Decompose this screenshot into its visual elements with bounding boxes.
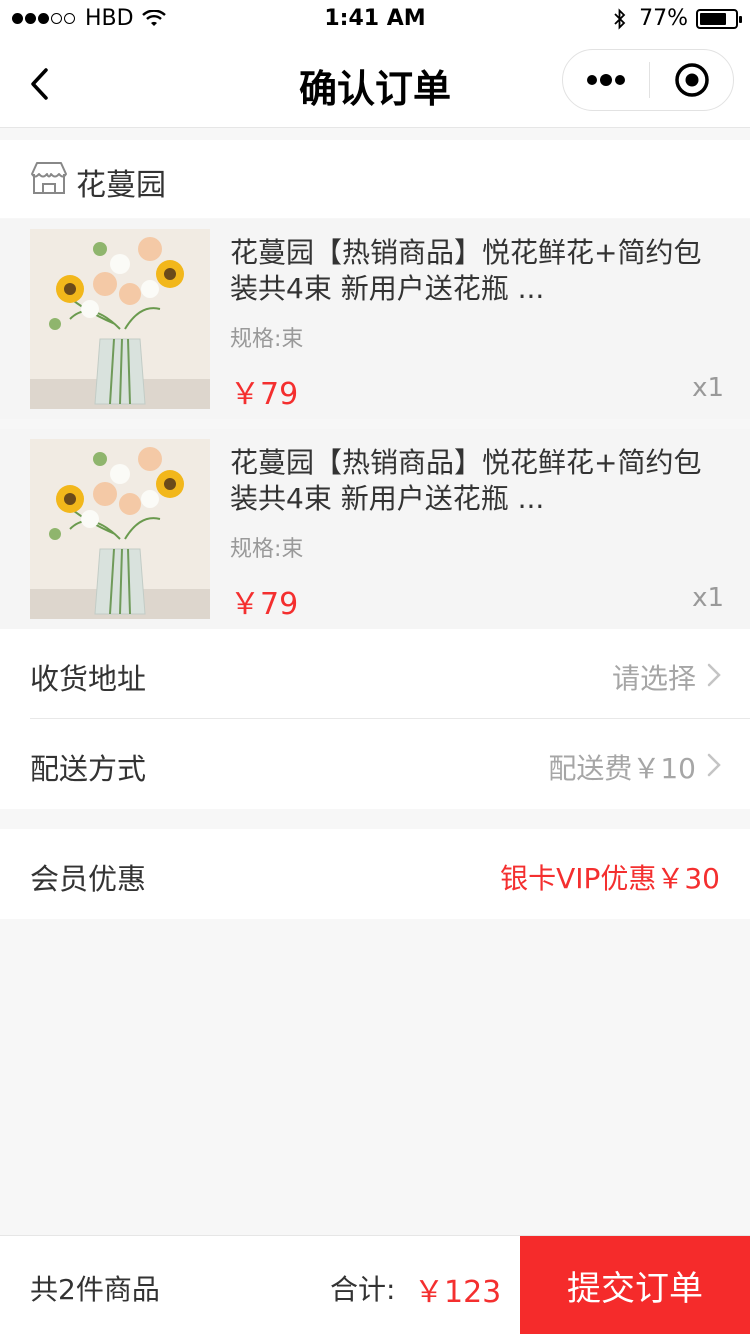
product-quantity: x1 — [692, 373, 724, 403]
mini-program-capsule — [562, 49, 734, 111]
battery-percent: 77% — [639, 6, 688, 31]
shop-header: 花蔓园 — [0, 140, 750, 218]
product-spec: 规格:束 — [230, 537, 304, 562]
member-row[interactable]: 会员优惠 银卡VIP优惠￥30 — [0, 829, 750, 919]
nav-bar: 确认订单 — [0, 40, 750, 128]
item-count: 共2件商品 — [30, 1273, 160, 1306]
product-quantity: x1 — [692, 583, 724, 613]
product-price: ￥79 — [230, 587, 299, 622]
member-discount-block: 会员优惠 银卡VIP优惠￥30 — [0, 829, 750, 919]
product-title: 花蔓园【热销商品】悦花鲜花+简约包装共4束 新用户送花瓶 ... — [230, 236, 702, 305]
close-button[interactable] — [650, 50, 733, 110]
product-spec: 规格:束 — [230, 327, 304, 352]
shop-name: 花蔓园 — [76, 168, 166, 203]
product-item[interactable]: 花蔓园【热销商品】悦花鲜花+简约包装共4束 新用户送花瓶 ... 规格:束 ￥7… — [0, 429, 750, 629]
order-options: 收货地址 请选择 配送方式 配送费￥10 — [0, 629, 750, 809]
target-icon — [674, 63, 709, 97]
delivery-value: 配送费￥10 — [548, 752, 696, 785]
product-image — [30, 229, 210, 409]
delivery-row[interactable]: 配送方式 配送费￥10 — [0, 719, 750, 809]
checkout-bar: 共2件商品 合计: ￥123 提交订单 — [0, 1235, 750, 1334]
more-button[interactable] — [563, 50, 649, 110]
product-item[interactable]: 花蔓园【热销商品】悦花鲜花+简约包装共4束 新用户送花瓶 ... 规格:束 ￥7… — [0, 219, 750, 419]
address-row[interactable]: 收货地址 请选择 — [0, 629, 750, 719]
total-label: 合计: — [330, 1273, 396, 1306]
battery-icon — [696, 8, 742, 29]
address-label: 收货地址 — [30, 662, 147, 696]
more-dots-icon — [587, 74, 625, 86]
status-right: 77% — [613, 6, 742, 31]
product-image — [30, 439, 210, 619]
bluetooth-icon — [614, 7, 626, 30]
member-value: 银卡VIP优惠￥30 — [500, 862, 720, 895]
chevron-right-icon — [707, 753, 721, 777]
member-label: 会员优惠 — [30, 862, 147, 896]
status-bar: HBD 1:41 AM 77% — [0, 0, 750, 40]
product-title: 花蔓园【热销商品】悦花鲜花+简约包装共4束 新用户送花瓶 ... — [230, 446, 702, 515]
address-value: 请选择 — [611, 662, 696, 695]
delivery-label: 配送方式 — [30, 752, 147, 786]
shop-icon — [31, 162, 67, 194]
chevron-right-icon — [707, 663, 721, 687]
total-amount: ￥123 — [414, 1275, 502, 1310]
product-price: ￥79 — [230, 377, 299, 412]
submit-order-button[interactable]: 提交订单 — [520, 1236, 750, 1334]
battery-fill — [700, 12, 727, 25]
